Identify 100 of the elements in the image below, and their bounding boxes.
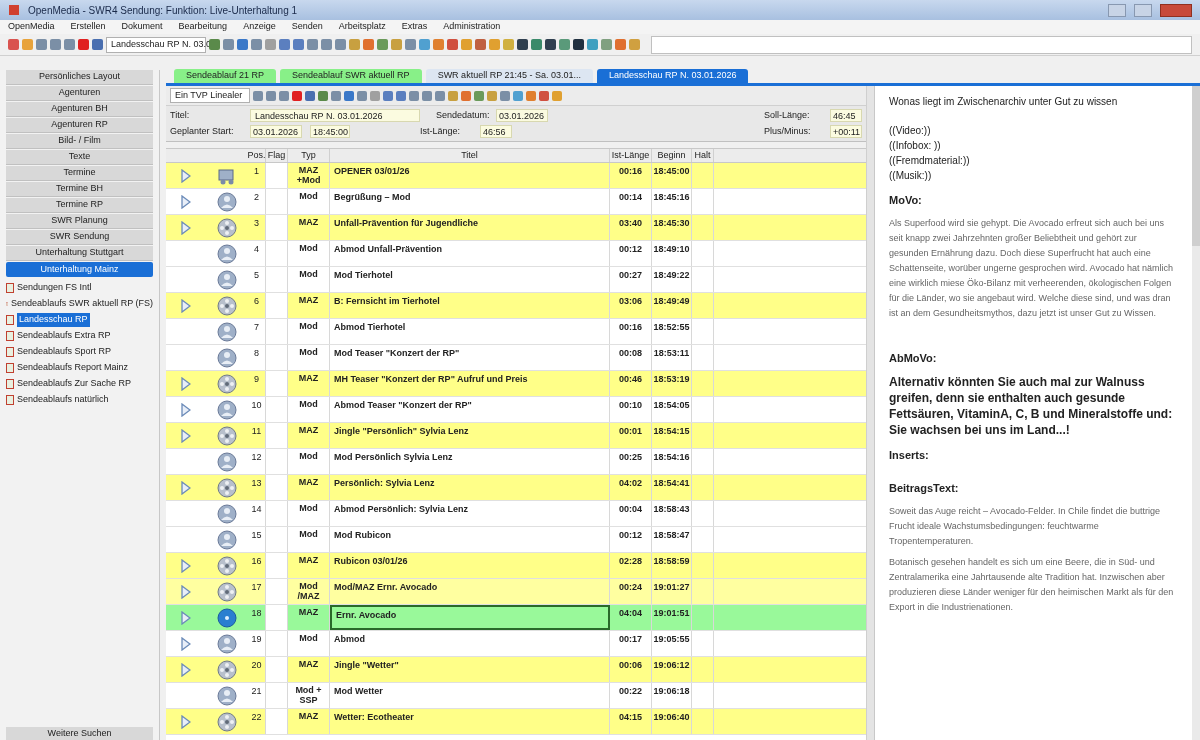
- table-row[interactable]: 13 MAZ Persönlich: Sylvia Lenz 04:02 18:54:41: [166, 475, 866, 501]
- table-row[interactable]: 1 MAZ +Mod OPENER 03/01/26 00:16 18:45:00: [166, 163, 866, 189]
- play-icon[interactable]: [181, 402, 191, 417]
- toolbar-icon[interactable]: [517, 39, 528, 50]
- toolbar-icon[interactable]: [409, 90, 419, 101]
- table-row[interactable]: 10 Mod Abmod Teaser "Konzert der RP" 00:10 18:54:05: [166, 397, 866, 423]
- toolbar-field[interactable]: [651, 35, 1192, 54]
- table-row[interactable]: 3 MAZ Unfall-Prävention für Jugendliche 03:40 18:45:30: [166, 215, 866, 241]
- table-row[interactable]: 2 Mod Begrüßung – Mod 00:14 18:45:16: [166, 189, 866, 215]
- menu-item[interactable]: Anzeige: [243, 20, 276, 34]
- document-tab[interactable]: Sendeablauf SWR aktuell RP: [280, 69, 422, 83]
- toolbar-icon[interactable]: [573, 39, 584, 50]
- sidebar-button[interactable]: Bild- / Film: [6, 134, 153, 149]
- toolbar-icon[interactable]: [305, 90, 315, 101]
- sidebar-button[interactable]: Termine BH: [6, 182, 153, 197]
- column-header[interactable]: Halt: [692, 149, 714, 162]
- play-icon[interactable]: [181, 584, 191, 599]
- column-header[interactable]: Flag: [266, 149, 288, 162]
- play-icon[interactable]: [181, 428, 191, 443]
- sidebar-item[interactable]: Sendeablaufs Zur Sache RP: [17, 377, 132, 391]
- play-icon[interactable]: [181, 662, 191, 677]
- document-tab[interactable]: Sendeablauf 21 RP: [174, 69, 277, 83]
- sidebar-button[interactable]: Persönliches Layout: [6, 70, 153, 85]
- toolbar-icon[interactable]: [344, 90, 354, 101]
- toolbar-icon[interactable]: [318, 90, 328, 101]
- sidebar-item[interactable]: Sendeablaufs natürlich: [17, 393, 109, 407]
- sidebar-button[interactable]: Termine RP: [6, 198, 153, 213]
- sidebar-button[interactable]: SWR Planung: [6, 214, 153, 229]
- sidebar-button[interactable]: Unterhaltung Stuttgart: [6, 246, 153, 261]
- table-row[interactable]: 19 Mod Abmod 00:17 19:05:55: [166, 631, 866, 657]
- menu-item[interactable]: Extras: [401, 20, 428, 34]
- title-field[interactable]: Landesschau RP N. 03.01.2026: [250, 109, 420, 122]
- scroll-thumb[interactable]: [1192, 86, 1200, 246]
- play-icon[interactable]: [181, 376, 191, 391]
- layout-combo[interactable]: Ein TVP Linealer: [170, 88, 250, 103]
- play-icon[interactable]: [181, 714, 191, 729]
- menu-item[interactable]: Erstellen: [70, 20, 106, 34]
- menu-item[interactable]: Dokument: [121, 20, 163, 34]
- start-time-field[interactable]: 18:45:00: [310, 125, 350, 138]
- toolbar-icon[interactable]: [279, 90, 289, 101]
- sidebar-item[interactable]: Landesschau RP: [17, 313, 90, 327]
- table-row[interactable]: 4 Mod Abmod Unfall-Prävention 00:12 18:49:10: [166, 241, 866, 267]
- table-row[interactable]: 7 Mod Abmod Tierhotel 00:16 18:52:55: [166, 319, 866, 345]
- column-header[interactable]: Ist-Länge: [610, 149, 652, 162]
- toolbar-icon[interactable]: [422, 90, 432, 101]
- toolbar-icon[interactable]: [435, 90, 445, 101]
- column-header[interactable]: Pos.: [248, 149, 266, 162]
- table-row[interactable]: 17 Mod /MAZ Mod/MAZ Ernr. Avocado 00:24 19:01:27: [166, 579, 866, 605]
- document-tab[interactable]: SWR aktuell RP 21:45 - Sa. 03.01...: [425, 69, 594, 83]
- toolbar-icon[interactable]: [357, 90, 367, 101]
- menu-item[interactable]: Bearbeitung: [178, 20, 228, 34]
- maximize-button[interactable]: [1134, 3, 1152, 17]
- table-row[interactable]: 8 Mod Mod Teaser "Konzert der RP" 00:08 18:53:11: [166, 345, 866, 371]
- play-icon[interactable]: [181, 298, 191, 313]
- sidebar-button[interactable]: Agenturen RP: [6, 118, 153, 133]
- length-field[interactable]: 46:56: [480, 125, 512, 138]
- table-row[interactable]: 16 MAZ Rubicon 03/01/26 02:28 18:58:59: [166, 553, 866, 579]
- sidebar-button[interactable]: Agenturen: [6, 86, 153, 101]
- toolbar-icon[interactable]: [292, 90, 302, 101]
- sidebar-item[interactable]: Sendeablaufs Report Mainz: [17, 361, 129, 375]
- play-icon[interactable]: [181, 610, 191, 625]
- table-row[interactable]: 12 Mod Mod Persönlich Sylvia Lenz 00:25 18:54:16: [166, 449, 866, 475]
- difference-field[interactable]: +00:11: [830, 125, 862, 138]
- sidebar-item[interactable]: Sendeablaufs SWR aktuell RP (FS): [11, 297, 153, 311]
- toolbar-icon[interactable]: [253, 90, 263, 101]
- sidebar-item[interactable]: Sendungen FS Intl: [17, 281, 92, 295]
- table-row[interactable]: 18 MAZ Ernr. Avocado 04:04 19:01:51: [166, 605, 866, 631]
- sidebar-item[interactable]: Sendeablaufs Extra RP: [17, 329, 111, 343]
- toolbar-icon[interactable]: [383, 90, 393, 101]
- menu-item[interactable]: Administration: [443, 20, 501, 34]
- toolbar-icon[interactable]: [500, 90, 510, 101]
- scrollbar[interactable]: [866, 86, 874, 740]
- sidebar-button[interactable]: SWR Sendung: [6, 230, 153, 245]
- play-icon[interactable]: [181, 480, 191, 495]
- start-date-field[interactable]: 03.01.2026: [250, 125, 302, 138]
- sidebar-item[interactable]: Sendeablaufs Sport RP: [17, 345, 112, 359]
- menu-item[interactable]: Arbeitsplatz: [338, 20, 386, 34]
- toolbar-icon[interactable]: [474, 90, 484, 101]
- play-icon[interactable]: [181, 194, 191, 209]
- table-row[interactable]: 9 MAZ MH Teaser "Konzert der RP" Aufruf und Preis 00:46 18:53:19: [166, 371, 866, 397]
- close-button[interactable]: [1160, 3, 1192, 17]
- notes-scrollbar[interactable]: [1192, 86, 1200, 740]
- sidebar-button[interactable]: Texte: [6, 150, 153, 165]
- toolbar-icon[interactable]: [545, 39, 556, 50]
- toolbar-icon[interactable]: [396, 90, 406, 101]
- play-icon[interactable]: [181, 636, 191, 651]
- date-field[interactable]: 03.01.2026: [496, 109, 548, 122]
- toolbar-icon[interactable]: [461, 90, 471, 101]
- sidebar-button[interactable]: Unterhaltung Mainz: [6, 262, 153, 277]
- minimize-button[interactable]: [1108, 3, 1126, 17]
- target-length-field[interactable]: 46:45: [830, 109, 862, 122]
- table-row[interactable]: 20 MAZ Jingle "Wetter" 00:06 19:06:12: [166, 657, 866, 683]
- table-row[interactable]: 5 Mod Mod Tierhotel 00:27 18:49:22: [166, 267, 866, 293]
- play-icon[interactable]: [181, 168, 191, 183]
- menu-item[interactable]: Senden: [291, 20, 323, 34]
- document-tab[interactable]: Landesschau RP N. 03.01.2026: [597, 69, 749, 83]
- column-header[interactable]: Beginn: [652, 149, 692, 162]
- table-row[interactable]: 22 MAZ Wetter: Ecotheater 04:15 19:06:40: [166, 709, 866, 735]
- menu-item[interactable]: OpenMedia: [8, 20, 55, 34]
- play-icon[interactable]: [181, 558, 191, 573]
